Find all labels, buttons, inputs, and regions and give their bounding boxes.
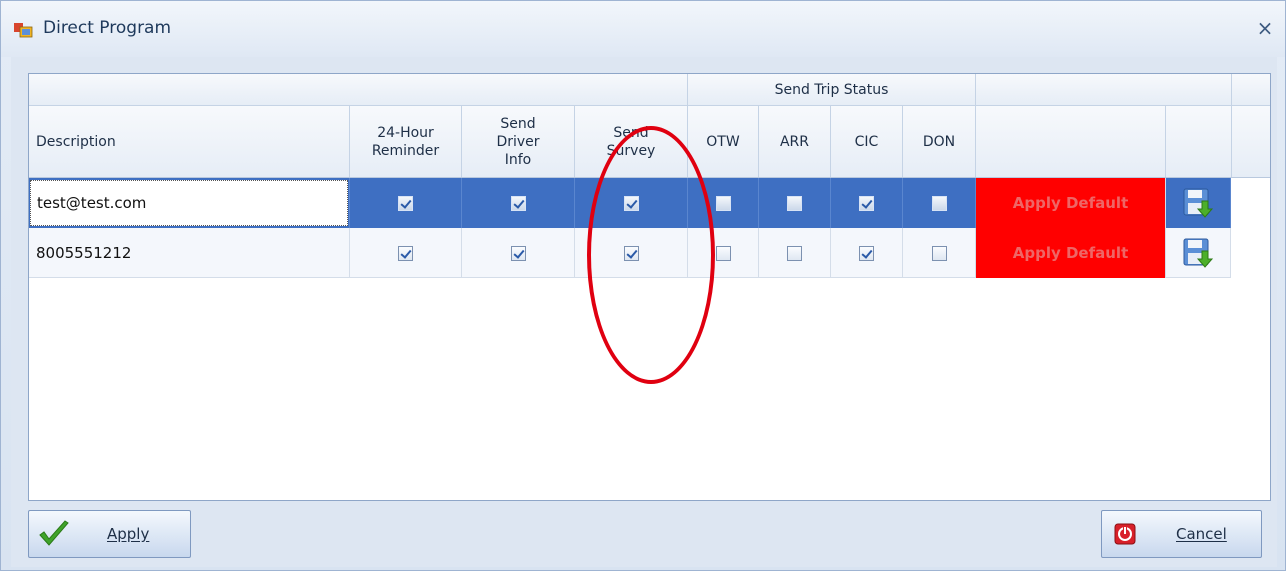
description-input[interactable]: test@test.com: [30, 180, 348, 226]
cic-checkbox[interactable]: [859, 195, 874, 211]
close-button[interactable]: ×: [1255, 17, 1275, 39]
otw-checkbox[interactable]: [715, 245, 731, 261]
driver-info-checkbox[interactable]: [510, 195, 526, 211]
header-columns-row: Description 24-Hour Reminder Send Driver…: [29, 106, 1270, 178]
save-disk-icon[interactable]: [1182, 187, 1214, 219]
don-cell: [903, 178, 976, 228]
arr-checkbox[interactable]: [787, 195, 802, 211]
header-24-hour-reminder[interactable]: 24-Hour Reminder: [350, 106, 462, 177]
header-send-driver-info[interactable]: Send Driver Info: [462, 106, 575, 177]
header-send-trip-status: Send Trip Status: [688, 74, 976, 105]
reminder-cell: [350, 178, 462, 228]
driver-info-cell: [462, 178, 575, 228]
header-send-survey-label: Send Survey: [606, 124, 656, 159]
header-otw[interactable]: OTW: [688, 106, 759, 177]
driver-info-cell: [462, 228, 575, 278]
window-title: Direct Program: [43, 18, 172, 38]
header-action-spacer: [976, 74, 1232, 105]
red-stop-icon: [1114, 523, 1136, 545]
survey-cell: [575, 228, 688, 278]
green-check-icon: [39, 520, 69, 546]
reminder-checkbox[interactable]: [398, 195, 413, 211]
save-disk-icon[interactable]: [1182, 237, 1214, 269]
header-cic[interactable]: CIC: [831, 106, 903, 177]
otw-cell: [688, 228, 759, 278]
otw-cell: [688, 178, 759, 228]
don-checkbox[interactable]: [931, 195, 947, 211]
driver-info-checkbox[interactable]: [510, 245, 526, 261]
table-row[interactable]: 8005551212 Apply Default: [29, 228, 1231, 278]
header-arr[interactable]: ARR: [759, 106, 831, 177]
table-row[interactable]: test@test.com Apply Default: [29, 178, 1231, 228]
cic-cell: [831, 178, 903, 228]
description-cell[interactable]: 8005551212: [29, 228, 350, 278]
app-window-icon: [14, 23, 33, 38]
apply-default-button[interactable]: Apply Default: [976, 178, 1166, 228]
arr-cell: [759, 178, 831, 228]
description-cell[interactable]: test@test.com: [29, 178, 350, 228]
reminder-checkbox[interactable]: [398, 245, 413, 261]
header-24-hour-reminder-label: 24-Hour Reminder: [371, 124, 440, 159]
header-description[interactable]: Description: [29, 106, 350, 177]
arr-cell: [759, 228, 831, 278]
header-send-survey[interactable]: Send Survey: [575, 106, 688, 177]
apply-default-button[interactable]: Apply Default: [976, 228, 1166, 278]
don-checkbox[interactable]: [931, 245, 947, 261]
header-save-col: [1166, 106, 1232, 177]
header-don[interactable]: DON: [903, 106, 976, 177]
direct-program-grid: Send Trip Status Description 24-Hour Rem…: [28, 73, 1271, 501]
cic-cell: [831, 228, 903, 278]
save-cell[interactable]: [1166, 228, 1231, 278]
survey-checkbox[interactable]: [623, 245, 639, 261]
don-cell: [903, 228, 976, 278]
arr-checkbox[interactable]: [787, 245, 802, 261]
apply-button[interactable]: Apply: [28, 510, 191, 558]
apply-button-label: Apply: [107, 525, 150, 543]
otw-checkbox[interactable]: [715, 195, 731, 211]
header-send-driver-info-label: Send Driver Info: [496, 115, 540, 168]
dialog-content: Send Trip Status Description 24-Hour Rem…: [11, 57, 1277, 567]
header-group-row: Send Trip Status: [29, 74, 1270, 106]
title-bar: Direct Program ×: [1, 1, 1285, 57]
header-group-spacer: [29, 74, 688, 105]
header-apply-default-col: [976, 106, 1166, 177]
survey-checkbox[interactable]: [623, 195, 639, 211]
survey-cell: [575, 178, 688, 228]
cic-checkbox[interactable]: [859, 245, 874, 261]
save-cell[interactable]: [1166, 178, 1231, 228]
direct-program-window: Direct Program × Send Trip Status Descri…: [0, 0, 1286, 571]
cancel-button-label: Cancel: [1176, 525, 1227, 543]
cancel-button[interactable]: Cancel: [1101, 510, 1262, 558]
reminder-cell: [350, 228, 462, 278]
